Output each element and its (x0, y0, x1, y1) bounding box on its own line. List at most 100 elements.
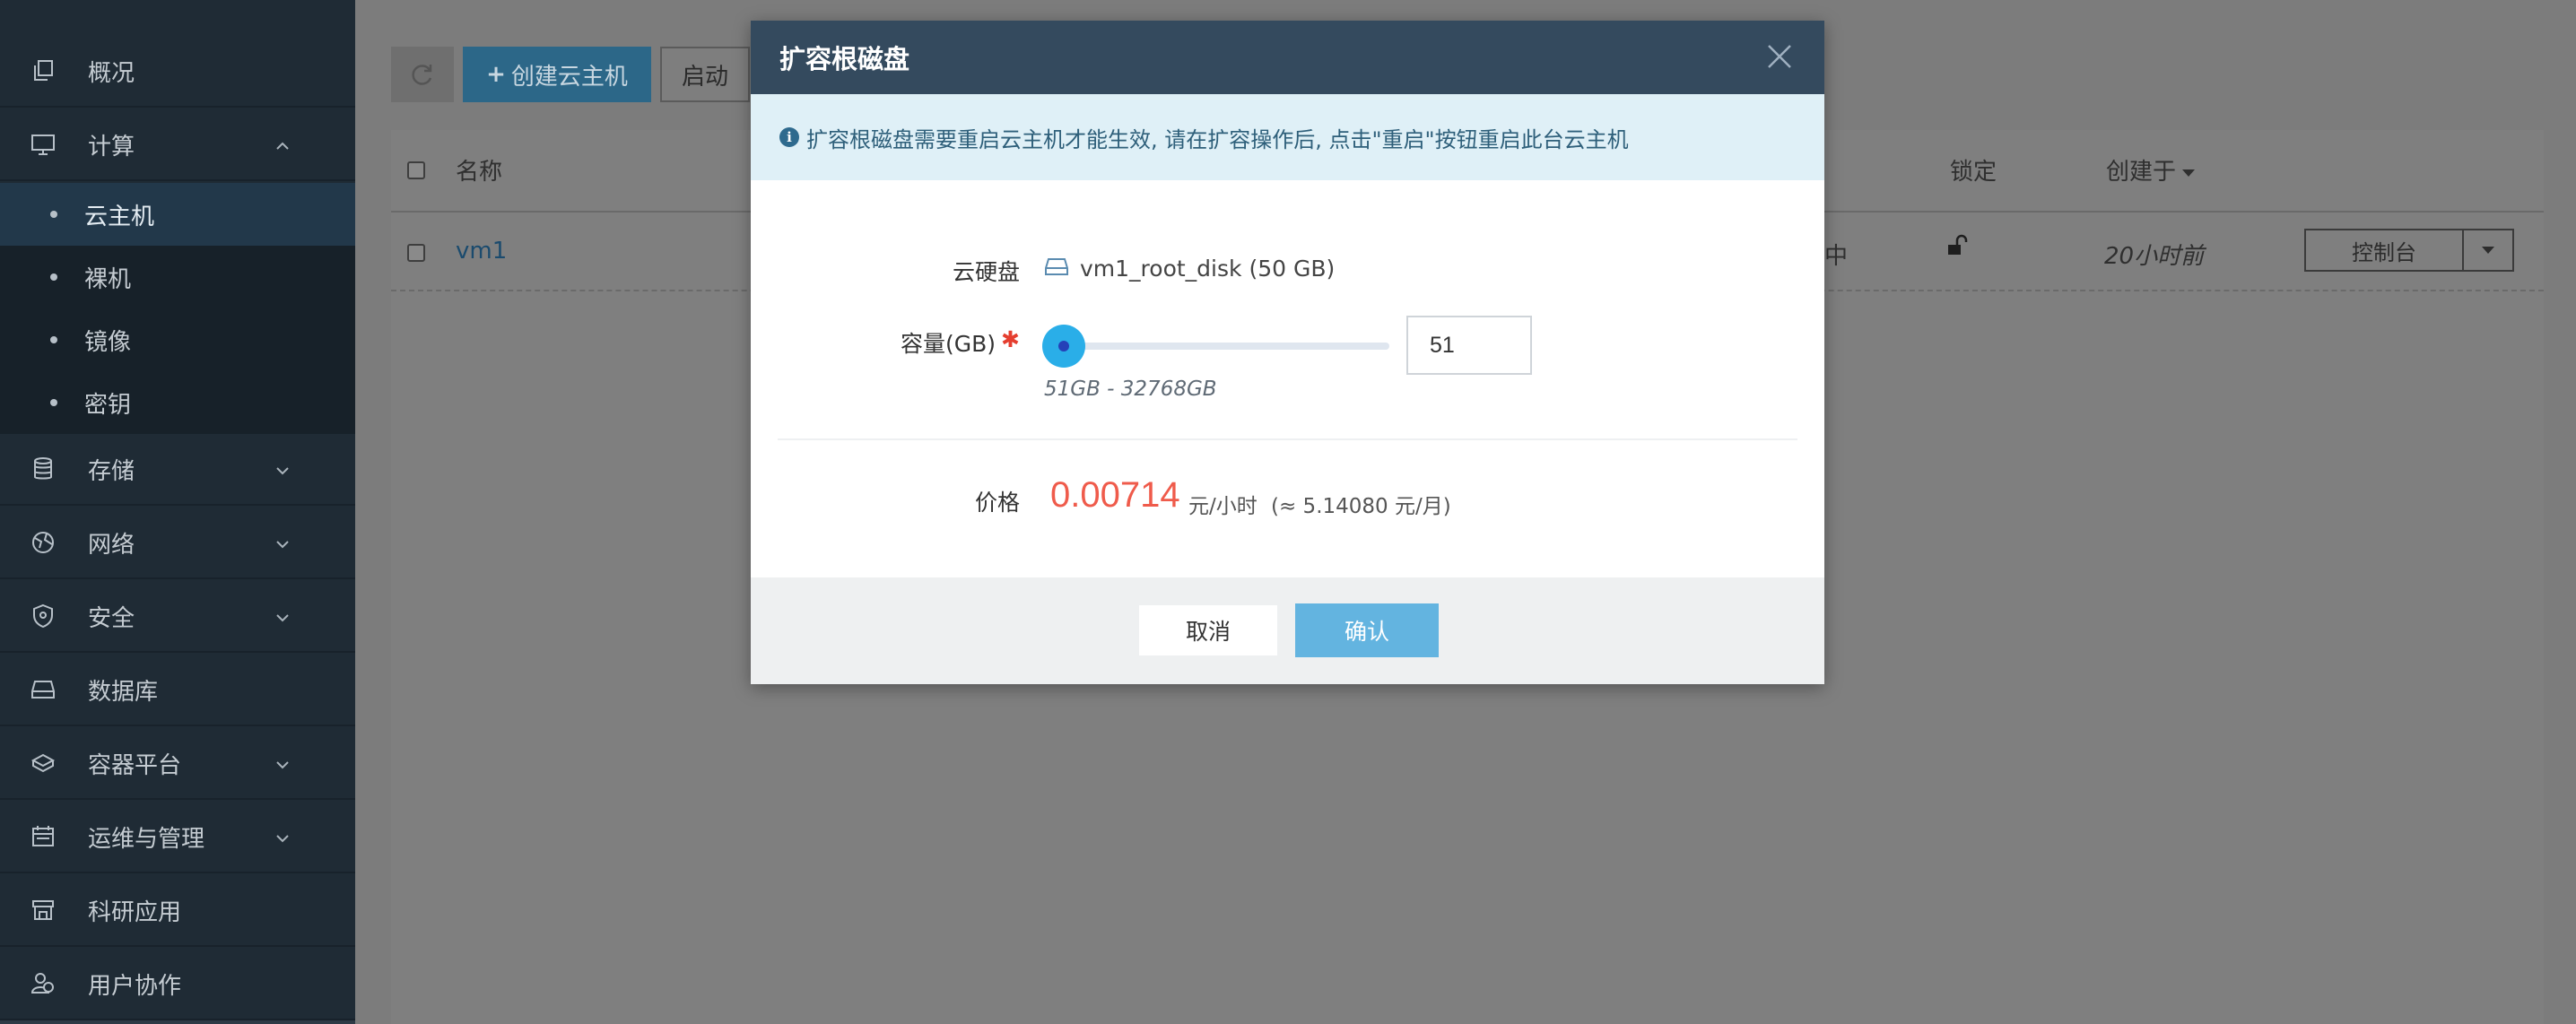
sidebar-item-network[interactable]: 网络 (0, 508, 355, 579)
sidebar-item-baremetal[interactable]: 裸机 (0, 246, 355, 308)
shield-icon (30, 603, 56, 629)
globe-icon (30, 530, 56, 555)
refresh-icon (412, 65, 432, 85)
select-all-checkbox[interactable] (407, 161, 425, 179)
sidebar-item-label: 容器平台 (88, 751, 182, 779)
unlock-icon (1945, 234, 1969, 264)
sidebar-item-label: 运维与管理 (88, 825, 205, 853)
chevron-down-icon (274, 459, 291, 481)
price-value: 0.00714 (1050, 475, 1180, 515)
expand-root-disk-dialog: 扩容根磁盘 i 扩容根磁盘需要重启云主机才能生效, 请在扩容操作后, 点击"重启… (751, 21, 1824, 684)
sidebar-item-security[interactable]: 安全 (0, 581, 355, 653)
dialog-title: 扩容根磁盘 (779, 44, 910, 74)
toolbar: + 创建云主机 启动 (391, 47, 750, 102)
slider-handle-dot (1058, 341, 1069, 351)
sort-desc-icon (2181, 157, 2196, 184)
capacity-input[interactable] (1406, 316, 1532, 375)
sidebar-item-storage[interactable]: 存储 (0, 434, 355, 506)
column-header-lock: 锁定 (1950, 159, 1997, 186)
hard-drive-icon (1044, 256, 1069, 282)
sidebar-item-label: 裸机 (84, 265, 132, 293)
sidebar-bottom-border (0, 1020, 355, 1024)
chevron-down-icon (274, 606, 291, 628)
console-button[interactable]: 控制台 (2304, 229, 2464, 272)
row-checkbox[interactable] (407, 244, 425, 262)
capacity-label: 容量(GB) ✱ (751, 326, 1020, 359)
compute-submenu: 云主机 裸机 镜像 密钥 (0, 183, 355, 434)
column-header-created[interactable]: 创建于 (2106, 153, 2196, 187)
sidebar-item-label: 用户协作 (88, 972, 182, 1000)
sidebar-item-database[interactable]: 数据库 (0, 655, 355, 726)
start-button[interactable]: 启动 (660, 47, 750, 102)
sidebar-item-research[interactable]: 科研应用 (0, 875, 355, 947)
price-label: 价格 (974, 490, 1020, 516)
vm-name-link[interactable]: vm1 (456, 238, 507, 265)
chevron-down-icon (274, 533, 291, 554)
sidebar-item-overview[interactable]: 概况 (0, 36, 355, 108)
restart-notice: i 扩容根磁盘需要重启云主机才能生效, 请在扩容操作后, 点击"重启"按钮重启此… (751, 94, 1824, 180)
monitor-icon (30, 132, 56, 157)
chevron-down-icon (274, 753, 291, 775)
plus-icon: + (486, 61, 506, 88)
bullet-icon (50, 336, 57, 343)
required-asterisk: ✱ (1001, 325, 1020, 352)
notice-text: 扩容根磁盘需要重启云主机才能生效, 请在扩容操作后, 点击"重启"按钮重启此台云… (806, 126, 1629, 152)
sidebar-item-container[interactable]: 容器平台 (0, 728, 355, 800)
sidebar-item-vm[interactable]: 云主机 (0, 183, 355, 246)
dialog-footer (751, 577, 1824, 684)
chevron-down-icon (274, 827, 291, 848)
console-button-group: 控制台 (2304, 229, 2514, 272)
caret-down-icon (2482, 247, 2494, 254)
drive-icon (30, 677, 56, 702)
confirm-button[interactable]: 确认 (1295, 603, 1439, 657)
capacity-slider-handle[interactable] (1042, 325, 1085, 368)
bullet-icon (50, 273, 57, 281)
column-header-created-label: 创建于 (2106, 159, 2177, 186)
disk-label: 云硬盘 (952, 259, 1020, 285)
capacity-range-hint: 51GB - 32768GB (1044, 377, 1217, 401)
sidebar-item-label: 科研应用 (88, 898, 182, 926)
sidebar: 概况 计算 云主机 裸机 镜像 密钥 存储 网络 安全 数据库 容器平台 运维与… (0, 0, 355, 1024)
refresh-button[interactable] (391, 47, 454, 102)
create-vm-label: 创建云主机 (510, 63, 628, 91)
info-icon: i (779, 127, 799, 147)
sidebar-item-label: 存储 (88, 457, 135, 485)
sidebar-item-label: 安全 (88, 604, 135, 632)
price-per-month: (≈ 5.14080 元/月) (1271, 495, 1451, 518)
vm-status: 中 (1824, 243, 1849, 270)
disk-name: vm1_root_disk (50 GB) (1080, 256, 1336, 282)
chevron-up-icon (274, 135, 291, 156)
cancel-button[interactable]: 取消 (1137, 603, 1279, 657)
create-vm-button[interactable]: + 创建云主机 (463, 47, 651, 102)
sidebar-item-collab[interactable]: 用户协作 (0, 949, 355, 1020)
users-icon (30, 971, 56, 996)
cube-icon (30, 751, 56, 776)
sidebar-item-ops[interactable]: 运维与管理 (0, 802, 355, 873)
sidebar-item-label: 密钥 (84, 391, 132, 419)
copy-icon (30, 58, 56, 83)
sidebar-item-label: 云主机 (84, 203, 155, 230)
calendar-icon (30, 824, 56, 849)
console-dropdown-button[interactable] (2464, 229, 2514, 272)
column-header-name[interactable]: 名称 (456, 153, 502, 187)
sidebar-item-image[interactable]: 镜像 (0, 308, 355, 371)
sidebar-item-label: 镜像 (84, 328, 132, 356)
sidebar-item-label: 计算 (88, 133, 135, 161)
sidebar-item-label: 网络 (88, 531, 135, 559)
sidebar-item-keypair[interactable]: 密钥 (0, 371, 355, 434)
price-unit: 元/小时 (1188, 495, 1258, 518)
store-icon (30, 898, 56, 923)
database-icon (30, 456, 56, 482)
capacity-label-text: 容量(GB) (901, 331, 996, 357)
sidebar-item-label: 数据库 (88, 678, 159, 706)
bullet-icon (50, 399, 57, 406)
form-divider (778, 438, 1797, 440)
bullet-icon (50, 211, 57, 218)
disk-value: vm1_root_disk (50 GB) (1044, 256, 1335, 282)
capacity-slider-track[interactable] (1066, 343, 1389, 350)
sidebar-item-compute[interactable]: 计算 (0, 109, 355, 181)
dialog-header: 扩容根磁盘 (751, 21, 1824, 94)
vm-created-time: 20小时前 (2104, 243, 2205, 270)
sidebar-item-label: 概况 (88, 59, 135, 87)
close-icon[interactable] (1762, 39, 1797, 74)
